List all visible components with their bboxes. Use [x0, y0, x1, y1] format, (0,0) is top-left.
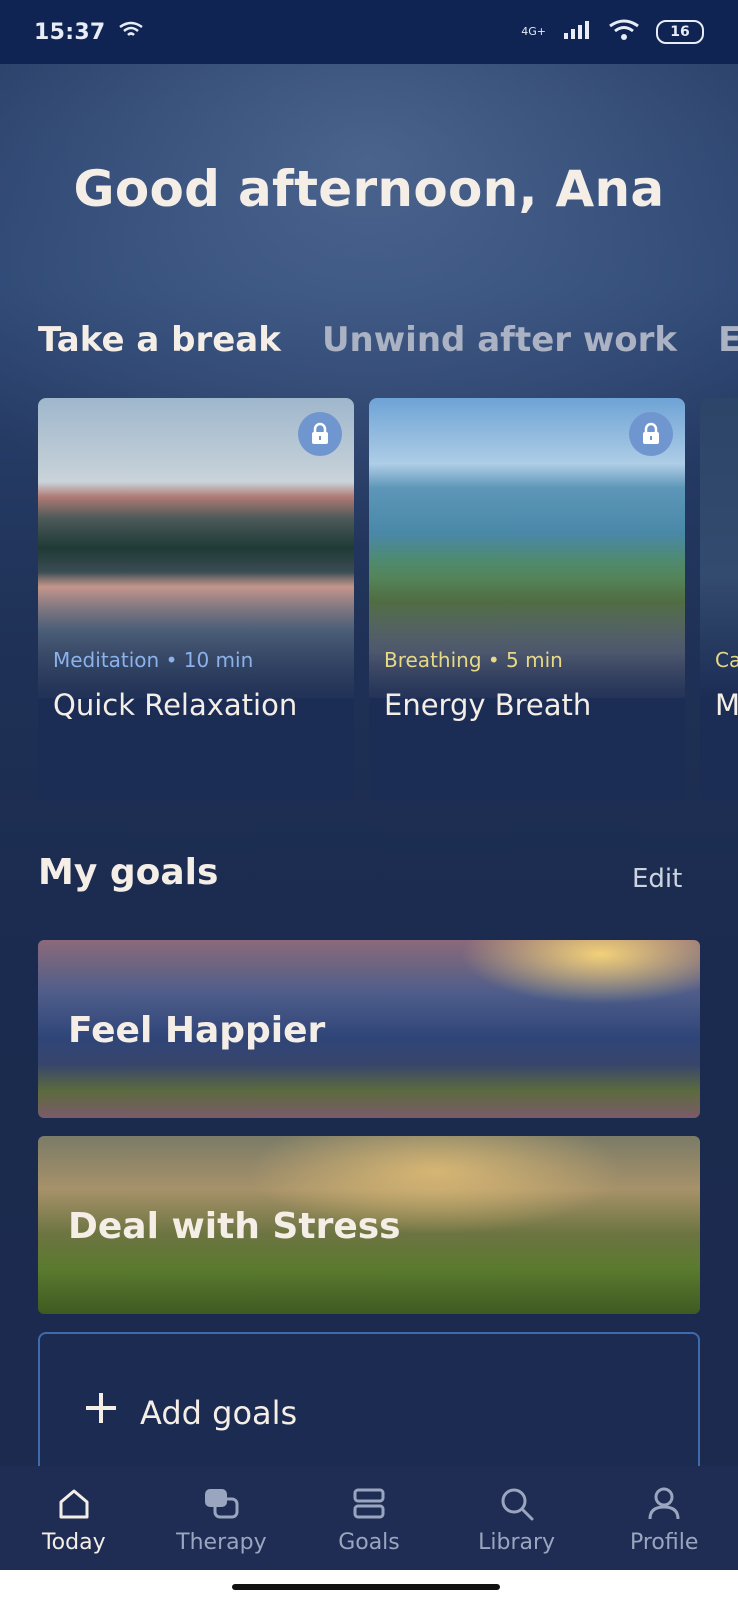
card-category: Meditation • 10 min — [53, 648, 254, 672]
app-page: 15:37 4G+ 16 Good afternoon, Ana Take a … — [0, 0, 738, 1600]
session-card-energy-breath[interactable]: Breathing • 5 min Energy Breath — [369, 398, 685, 801]
tab-unwind-after-work[interactable]: Unwind after work — [322, 320, 677, 360]
signal-icon — [562, 19, 592, 45]
nav-label: Library — [478, 1530, 556, 1555]
nav-item-therapy[interactable]: Therapy — [151, 1466, 291, 1555]
card-title: Quick Relaxation — [53, 688, 298, 722]
network-type: 4G+ — [521, 25, 546, 38]
tab-elevate[interactable]: Elevate y — [718, 320, 738, 360]
nav-label: Goals — [338, 1530, 400, 1555]
goal-card-feel-happier[interactable]: Feel Happier — [38, 940, 700, 1118]
home-indicator[interactable] — [232, 1584, 500, 1590]
tab-take-a-break[interactable]: Take a break — [38, 320, 281, 360]
plus-icon — [84, 1386, 118, 1435]
category-tabs: Take a break Unwind after work Elevate y — [38, 320, 738, 370]
greeting-title: Good afternoon, Ana — [73, 160, 665, 218]
session-card-partial[interactable]: Ca M — [700, 398, 738, 801]
session-cards: Meditation • 10 min Quick Relaxation Bre… — [38, 398, 738, 803]
nav-label: Today — [41, 1530, 106, 1555]
search-icon — [447, 1484, 587, 1524]
goal-label: Feel Happier — [68, 1010, 326, 1051]
wifi-small-icon — [118, 20, 144, 44]
lock-icon — [298, 412, 342, 456]
nav-label: Profile — [629, 1530, 699, 1555]
chat-bubbles-icon — [151, 1484, 291, 1524]
goal-card-deal-with-stress[interactable]: Deal with Stress — [38, 1136, 700, 1314]
goals-heading: My goals — [38, 852, 219, 893]
nav-item-goals[interactable]: Goals — [299, 1466, 439, 1555]
profile-icon — [594, 1484, 734, 1524]
nav-label: Therapy — [176, 1530, 267, 1555]
wifi-icon — [608, 18, 640, 46]
card-title: Energy Breath — [384, 688, 592, 722]
nav-item-today[interactable]: Today — [4, 1466, 144, 1555]
goals-icon — [299, 1484, 439, 1524]
status-time: 15:37 — [34, 19, 106, 45]
nav-item-library[interactable]: Library — [447, 1466, 587, 1555]
battery-indicator: 16 — [656, 20, 704, 44]
add-goals-label: Add goals — [140, 1394, 298, 1432]
nav-item-profile[interactable]: Profile — [594, 1466, 734, 1555]
session-card-quick-relaxation[interactable]: Meditation • 10 min Quick Relaxation — [38, 398, 354, 801]
goal-label: Deal with Stress — [68, 1206, 401, 1247]
system-gesture-area — [0, 1570, 738, 1600]
edit-goals-button[interactable]: Edit — [632, 864, 682, 894]
home-icon — [4, 1484, 144, 1524]
card-category: Ca — [715, 648, 738, 672]
status-bar: 15:37 4G+ 16 — [0, 0, 738, 64]
lock-icon — [629, 412, 673, 456]
card-title: M — [715, 688, 738, 722]
card-category: Breathing • 5 min — [384, 648, 563, 672]
bottom-navigation: Today Therapy Goals Library Profile — [0, 1466, 738, 1570]
